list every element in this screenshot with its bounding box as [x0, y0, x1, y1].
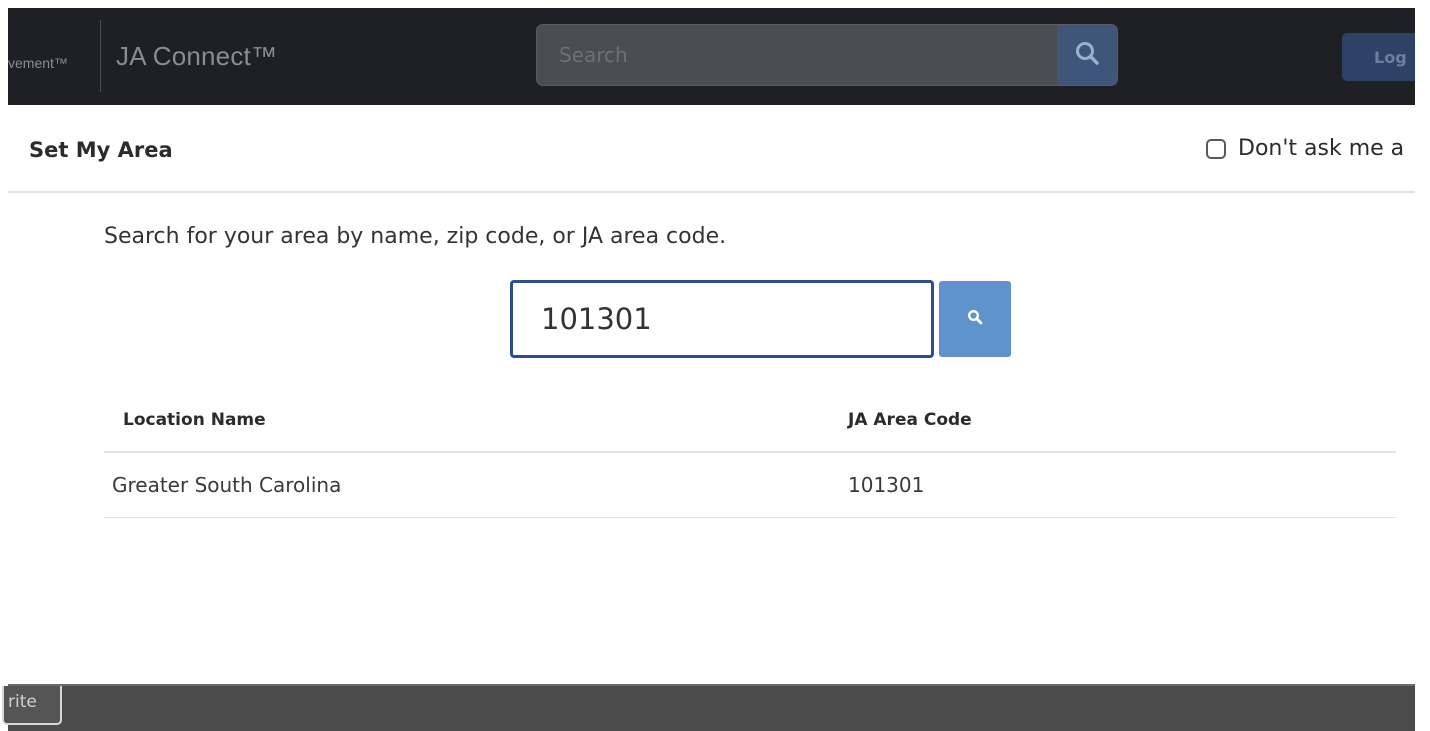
brand-partial-text: vement™	[8, 55, 68, 71]
brand-logo-text[interactable]: JA Connect™	[116, 41, 277, 72]
search-instructions: Search for your area by name, zip code, …	[104, 224, 727, 249]
area-code-cell: 101301	[848, 473, 925, 497]
column-header-area-code: JA Area Code	[848, 410, 972, 430]
column-header-location-name: Location Name	[123, 410, 266, 430]
header-search-button[interactable]	[1057, 25, 1117, 85]
table-header-row: Location Name JA Area Code	[104, 390, 1396, 453]
search-icon	[967, 309, 983, 329]
results-table: Location Name JA Area Code Greater South…	[104, 390, 1396, 518]
brand-divider	[100, 20, 101, 92]
top-edge	[0, 0, 1430, 8]
dont-ask-again-option[interactable]: Don't ask me a	[1206, 136, 1404, 161]
top-navbar: vement™ JA Connect™ Log	[8, 8, 1422, 105]
header-search-input[interactable]	[537, 25, 1057, 85]
dont-ask-label: Don't ask me a	[1238, 136, 1405, 161]
dont-ask-checkbox[interactable]	[1206, 138, 1226, 159]
area-search-input[interactable]	[510, 280, 934, 358]
footer-bar: rite	[2, 684, 1415, 731]
right-edge	[1415, 0, 1430, 731]
table-row[interactable]: Greater South Carolina 101301	[104, 453, 1396, 518]
login-button[interactable]: Log	[1342, 33, 1422, 81]
modal-header: Set My Area Don't ask me a	[8, 105, 1415, 193]
area-search-button[interactable]	[939, 281, 1011, 357]
location-name-cell[interactable]: Greater South Carolina	[112, 473, 341, 497]
modal-title: Set My Area	[29, 138, 173, 162]
search-icon	[1074, 40, 1100, 70]
header-search-box	[536, 24, 1118, 86]
footer-tab-button[interactable]: rite	[2, 686, 62, 725]
page: vement™ JA Connect™ Log Set My Area Don'…	[0, 0, 1430, 731]
